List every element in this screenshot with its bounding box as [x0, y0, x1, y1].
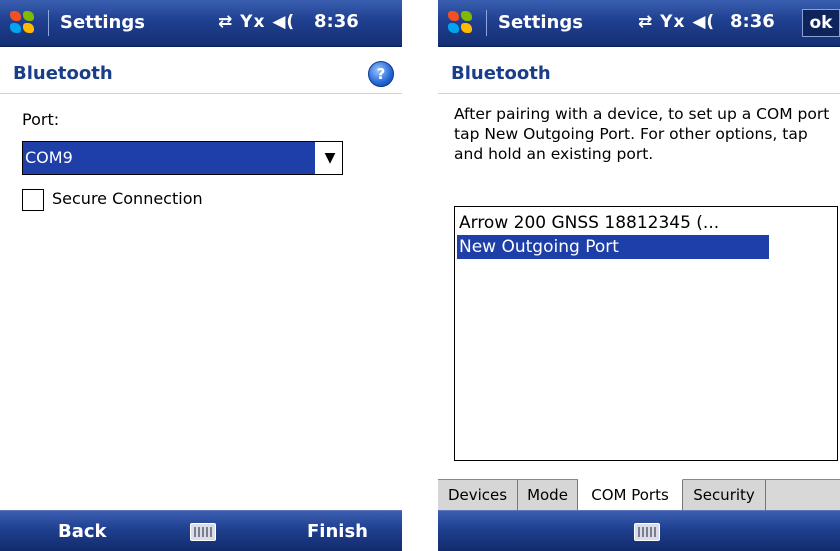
clock[interactable]: 8:36 — [730, 11, 775, 32]
com-port-list[interactable]: Arrow 200 GNSS 18812345 (... New Outgoin… — [454, 206, 838, 461]
keyboard-icon[interactable] — [634, 523, 660, 541]
section-header: Bluetooth — [438, 47, 840, 94]
secure-connection-label[interactable]: Secure Connection — [52, 189, 203, 208]
port-label: Port: — [22, 110, 60, 129]
secure-connection-checkbox[interactable] — [22, 189, 44, 211]
app-title: Settings — [498, 12, 583, 33]
status-icons[interactable]: ⇄ Yx ◀( — [638, 12, 715, 32]
bluetooth-com-ports-screen: Settings ⇄ Yx ◀( 8:36 ok Bluetooth After… — [438, 0, 840, 551]
app-title: Settings — [60, 12, 145, 33]
section-header: Bluetooth ? — [0, 47, 402, 94]
status-icons[interactable]: ⇄ Yx ◀( — [218, 12, 295, 32]
help-icon[interactable]: ? — [368, 61, 394, 87]
windows-flag-icon — [448, 11, 474, 35]
port-dropdown-value[interactable]: COM9 — [23, 142, 315, 174]
tab-strip: Devices Mode COM Ports Security — [438, 479, 840, 512]
finish-button[interactable]: Finish — [307, 521, 368, 542]
windows-flag-icon — [10, 11, 36, 35]
list-item-new-outgoing-port[interactable]: New Outgoing Port — [457, 235, 769, 259]
softkey-bar: Back Finish — [0, 510, 402, 551]
instructions-text: After pairing with a device, to set up a… — [454, 105, 830, 163]
tab-mode[interactable]: Mode — [518, 480, 578, 511]
tab-devices[interactable]: Devices — [438, 480, 518, 511]
chevron-down-icon[interactable]: ▼ — [318, 142, 342, 174]
ok-button[interactable]: ok — [802, 9, 840, 37]
bluetooth-port-screen: Settings ⇄ Yx ◀( 8:36 Bluetooth ? Port: … — [0, 0, 402, 551]
section-title: Bluetooth — [13, 63, 113, 84]
title-separator — [486, 10, 487, 36]
clock[interactable]: 8:36 — [314, 11, 359, 32]
title-bar: Settings ⇄ Yx ◀( 8:36 — [0, 0, 402, 47]
port-dropdown[interactable]: COM9 ▼ — [22, 141, 343, 175]
back-button[interactable]: Back — [58, 521, 107, 542]
title-bar: Settings ⇄ Yx ◀( 8:36 ok — [438, 0, 840, 47]
start-button[interactable] — [442, 4, 482, 42]
keyboard-icon[interactable] — [190, 523, 216, 541]
section-title: Bluetooth — [451, 63, 551, 84]
tab-security[interactable]: Security — [683, 480, 766, 511]
start-button[interactable] — [4, 4, 44, 42]
softkey-bar — [438, 510, 840, 551]
tab-com-ports[interactable]: COM Ports — [578, 479, 683, 512]
title-separator — [48, 10, 49, 36]
list-item[interactable]: Arrow 200 GNSS 18812345 (... — [457, 211, 769, 235]
